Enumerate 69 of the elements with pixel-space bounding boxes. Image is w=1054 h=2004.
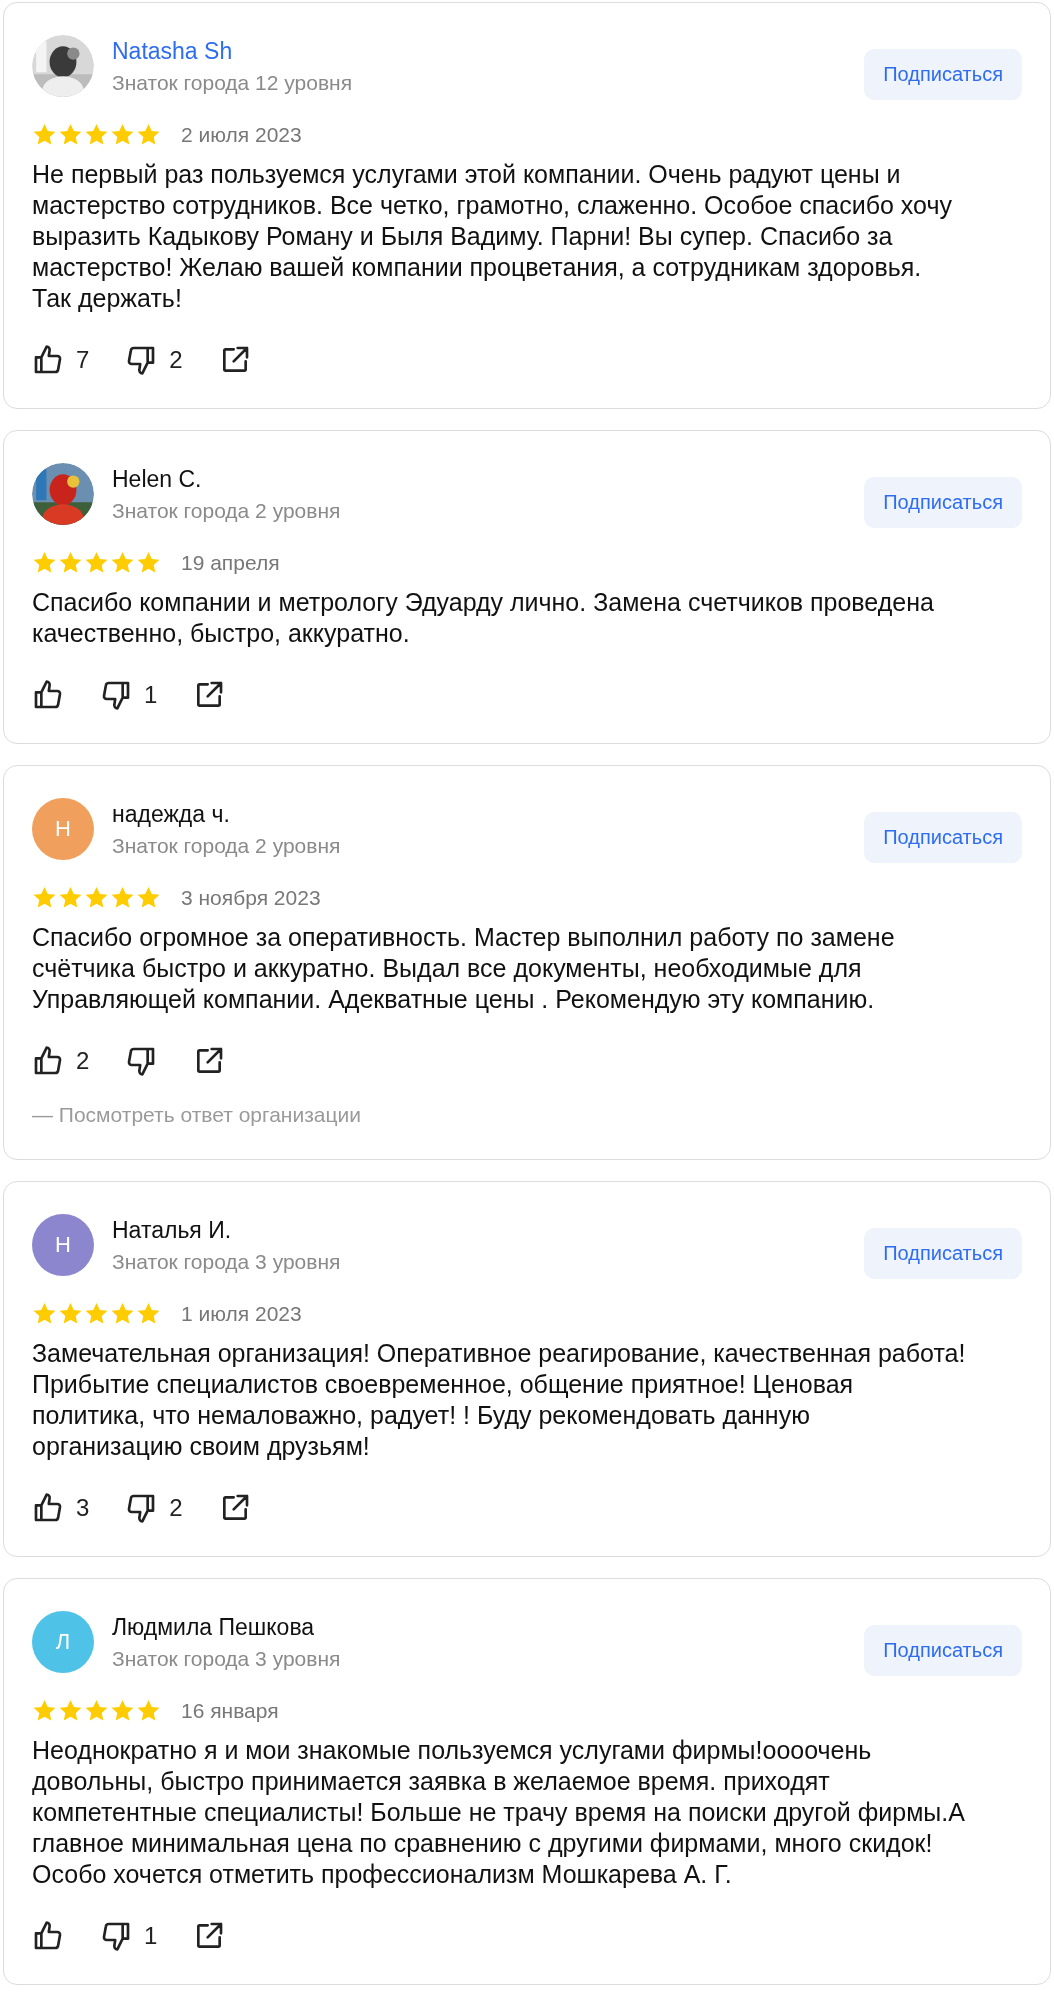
star-icon: [32, 122, 57, 147]
author-name[interactable]: надежда ч.: [112, 800, 230, 828]
star-icon: [110, 885, 135, 910]
star-icon: [32, 1301, 57, 1326]
star-icon: [136, 1698, 161, 1723]
star-icon: [84, 885, 109, 910]
review-date: 19 апреля: [181, 550, 280, 575]
author-level: Знаток города 2 уровня: [112, 833, 341, 858]
thumbs-up-icon: [32, 1920, 64, 1952]
author-name[interactable]: Helen C.: [112, 465, 202, 493]
avatar: Н: [32, 1214, 94, 1276]
review-date: 1 июля 2023: [181, 1301, 302, 1326]
author-name[interactable]: Наталья И.: [112, 1216, 232, 1244]
author-level: Знаток города 12 уровня: [112, 70, 353, 95]
author-level: Знаток города 2 уровня: [112, 498, 341, 523]
star-icon: [58, 885, 83, 910]
subscribe-button[interactable]: Подписаться: [864, 49, 1022, 100]
like-button[interactable]: 2: [32, 1045, 90, 1077]
author-level: Знаток города 3 уровня: [112, 1646, 341, 1671]
star-icon: [136, 885, 161, 910]
thumbs-up-icon: [32, 679, 64, 711]
review-date: 16 января: [181, 1698, 279, 1723]
review-text: Не первый раз пользуемся услугами этой компании. Очень радуют цены и мастерство сотрудников. Все четко, грамотно, слаженно. Особое спасибо хочу выразить Кадыкову Роману и Быля Вадиму. Парни! Вы супер. Спасибо за мастерство! Желаю вашей компании процветания, а сотрудникам здоровья. Так держать!: [32, 159, 953, 314]
like-button[interactable]: 3: [32, 1492, 90, 1524]
thumbs-up-icon: [32, 1045, 64, 1077]
star-icon: [32, 885, 57, 910]
like-button[interactable]: [32, 679, 64, 711]
star-icon: [110, 550, 135, 575]
star-icon: [110, 122, 135, 147]
subscribe-button[interactable]: Подписаться: [864, 1228, 1022, 1279]
star-icon: [136, 550, 161, 575]
review-text: Спасибо компании и метрологу Эдуарду лично. Замена счетчиков проведена качественно, быстро, аккуратно.: [32, 587, 935, 649]
thumbs-up-icon: [32, 1492, 64, 1524]
star-icon: [58, 550, 83, 575]
star-icon: [32, 1698, 57, 1723]
like-button[interactable]: [32, 1920, 64, 1952]
thumbs-down-icon: [100, 1920, 132, 1952]
star-icon: [136, 122, 161, 147]
review-text: Неоднократно я и мои знакомые пользуемся услугами фирмы!оооочень довольны, быстро принимается заявка в желаемое время. приходят компетентные специалисты! Больше не трачу время на поиски другой фирмы.А главное минимальная цена по сравнению с другими фирмами, много скидок! Особо хочется отметить профессионализм Мошкарева А. Г.: [32, 1735, 966, 1890]
dislike-button[interactable]: 1: [100, 679, 158, 711]
subscribe-button[interactable]: Подписаться: [864, 477, 1022, 528]
star-icon: [58, 1301, 83, 1326]
author-name[interactable]: Людмила Пешкова: [112, 1613, 315, 1641]
star-icon: [84, 122, 109, 147]
avatar: Н: [32, 798, 94, 860]
star-icon: [84, 1698, 109, 1723]
subscribe-button[interactable]: Подписаться: [864, 812, 1022, 863]
star-icon: [84, 550, 109, 575]
review-date: 2 июля 2023: [181, 122, 302, 147]
author-name[interactable]: Natasha Sh: [112, 37, 233, 65]
thumbs-down-icon: [100, 679, 132, 711]
thumbs-up-icon: [32, 344, 64, 376]
subscribe-button[interactable]: Подписаться: [864, 1625, 1022, 1676]
dislike-button[interactable]: 2: [125, 1492, 183, 1524]
star-icon: [32, 550, 57, 575]
review-date: 3 ноября 2023: [181, 885, 321, 910]
author-level: Знаток города 3 уровня: [112, 1249, 341, 1274]
star-icon: [110, 1698, 135, 1723]
star-icon: [84, 1301, 109, 1326]
dislike-button[interactable]: 1: [100, 1920, 158, 1952]
star-icon: [58, 122, 83, 147]
like-button[interactable]: 7: [32, 344, 90, 376]
review-text: Спасибо огромное за оперативность. Мастер выполнил работу по замене счётчика быстро и аккуратно. Выдал все документы, необходимые для Управляющей компании. Адекватные цены . Рекомендую эту компанию.: [32, 922, 896, 1015]
avatar: Л: [32, 1611, 94, 1673]
star-icon: [110, 1301, 135, 1326]
review-text: Замечательная организация! Оперативное реагирование, качественная работа! Прибытие специалистов своевременное, общение приятное! Ценовая политика, что немаловажно, радует! ! Буду рекомендовать данную организацию своим друзьям!: [32, 1338, 967, 1462]
star-icon: [58, 1698, 83, 1723]
dislike-button[interactable]: 2: [125, 344, 183, 376]
star-icon: [136, 1301, 161, 1326]
